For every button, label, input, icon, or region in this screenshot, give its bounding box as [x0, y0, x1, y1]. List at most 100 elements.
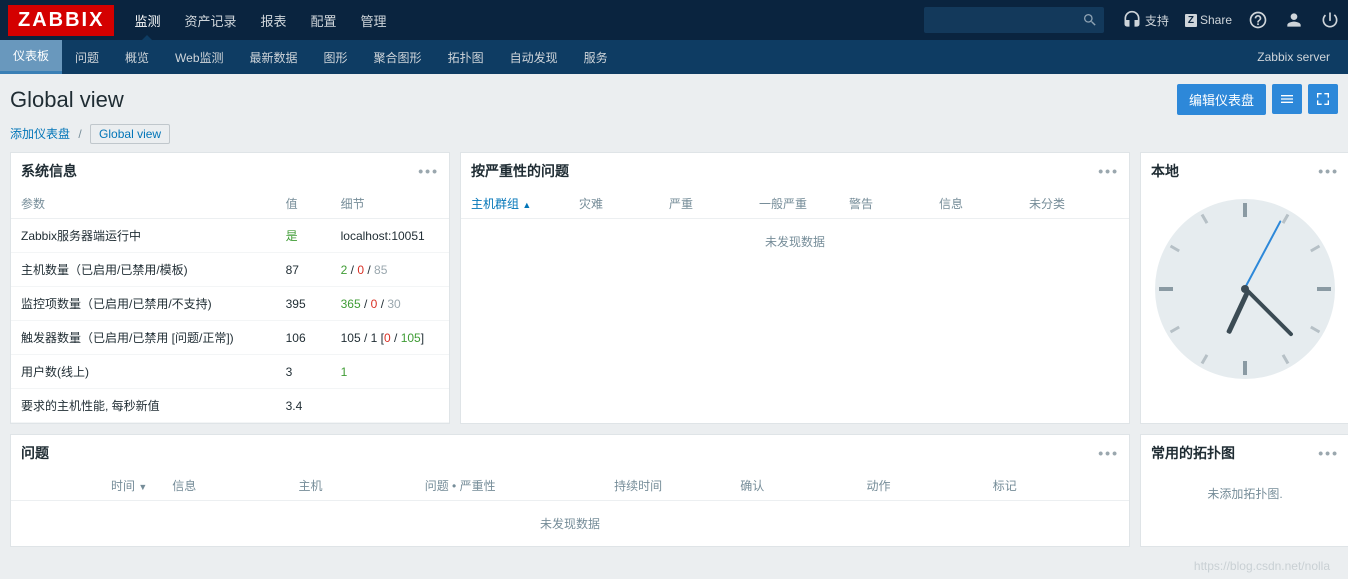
clock-tick — [1282, 214, 1290, 224]
subnav-overview[interactable]: 概览 — [112, 40, 162, 74]
col-host[interactable]: 主机 — [298, 477, 424, 494]
cell-detail: 105 / 1 [0 / 105] — [331, 321, 449, 355]
col-ack[interactable]: 确认 — [740, 477, 866, 494]
clock-tick — [1317, 287, 1331, 291]
widget-head: 问题 ••• — [11, 435, 1129, 471]
table-row: 触发器数量（已启用/已禁用 [问题/正常])106105 / 1 [0 / 10… — [11, 321, 449, 355]
subnav-latest[interactable]: 最新数据 — [237, 40, 311, 74]
cell-value: 3.4 — [276, 389, 331, 423]
col-value[interactable]: 值 — [276, 189, 331, 219]
widget-system-info: 系统信息 ••• 参数 值 细节 Zabbix服务器端运行中是localhost… — [10, 152, 450, 424]
power-icon[interactable] — [1320, 10, 1340, 30]
menu-icon — [1279, 91, 1295, 107]
col-info[interactable]: 信息 — [939, 195, 1029, 212]
top-nav: ZABBIX 监测 资产记录 报表 配置 管理 支持 Z Share — [0, 0, 1348, 40]
cell-param: 监控项数量（已启用/已禁用/不支持) — [11, 287, 276, 321]
search-input[interactable] — [924, 7, 1104, 33]
fullscreen-icon — [1315, 91, 1331, 107]
subnav-dashboard[interactable]: 仪表板 — [0, 40, 62, 74]
breadcrumb-current[interactable]: Global view — [90, 124, 170, 144]
cell-value: 87 — [276, 253, 331, 287]
subnav-server-link[interactable]: Zabbix server — [1239, 50, 1348, 64]
cell-param: 用户数(线上) — [11, 355, 276, 389]
cell-param: 触发器数量（已启用/已禁用 [问题/正常]) — [11, 321, 276, 355]
col-duration[interactable]: 持续时间 — [614, 477, 740, 494]
clock-tick — [1159, 287, 1173, 291]
subnav-problems[interactable]: 问题 — [62, 40, 112, 74]
widget-head: 系统信息 ••• — [11, 153, 449, 189]
subnav-services[interactable]: 服务 — [571, 40, 621, 74]
col-time[interactable]: 时间 ▼ — [21, 477, 172, 494]
fullscreen-button[interactable] — [1308, 84, 1338, 114]
subnav-discovery[interactable]: 自动发现 — [497, 40, 571, 74]
cell-value: 3 — [276, 355, 331, 389]
col-warning[interactable]: 警告 — [849, 195, 939, 212]
topnav-right: 支持 Z Share — [924, 0, 1348, 40]
dashboard-grid: 系统信息 ••• 参数 值 细节 Zabbix服务器端运行中是localhost… — [0, 152, 1348, 557]
headset-icon — [1122, 10, 1142, 30]
widget-title: 本地 — [1151, 161, 1179, 181]
help-icon[interactable] — [1248, 10, 1268, 30]
problems-columns: 时间 ▼ 信息 主机 问题 • 严重性 持续时间 确认 动作 标记 — [11, 471, 1129, 501]
user-icon[interactable] — [1284, 10, 1304, 30]
widget-menu-icon[interactable]: ••• — [418, 163, 439, 179]
severity-columns: 主机群组 ▲ 灾难 严重 一般严重 警告 信息 未分类 — [461, 189, 1129, 219]
widget-maps: 常用的拓扑图 ••• 未添加拓扑图. — [1140, 434, 1348, 547]
col-detail[interactable]: 细节 — [331, 189, 449, 219]
subnav-web[interactable]: Web监测 — [162, 40, 236, 74]
search-icon[interactable] — [1082, 12, 1098, 28]
topnav-reports[interactable]: 报表 — [248, 0, 298, 40]
breadcrumb-sep: / — [78, 127, 81, 141]
subnav-graphs[interactable]: 图形 — [311, 40, 361, 74]
header-actions: 编辑仪表盘 — [1177, 84, 1338, 115]
share-badge: Z — [1185, 14, 1197, 27]
col-param[interactable]: 参数 — [11, 189, 276, 219]
table-row: 监控项数量（已启用/已禁用/不支持)395365 / 0 / 30 — [11, 287, 449, 321]
cell-param: 要求的主机性能, 每秒新值 — [11, 389, 276, 423]
widget-menu-icon[interactable]: ••• — [1098, 445, 1119, 461]
col-hostgroup[interactable]: 主机群组 ▲ — [471, 195, 579, 212]
edit-dashboard-button[interactable]: 编辑仪表盘 — [1177, 84, 1266, 115]
widget-title: 常用的拓扑图 — [1151, 443, 1235, 463]
clock-tick — [1170, 326, 1180, 334]
widget-clock: 本地 ••• — [1140, 152, 1348, 424]
widget-body: 参数 值 细节 Zabbix服务器端运行中是localhost:10051主机数… — [11, 189, 449, 423]
clock-face-wrap — [1141, 189, 1348, 389]
logo[interactable]: ZABBIX — [8, 5, 114, 36]
sort-desc-icon: ▼ — [138, 482, 147, 492]
sort-asc-icon: ▲ — [522, 200, 531, 210]
topnav-inventory[interactable]: 资产记录 — [172, 0, 248, 40]
col-actions[interactable]: 动作 — [867, 477, 993, 494]
col-tags[interactable]: 标记 — [993, 477, 1119, 494]
col-problem-severity[interactable]: 问题 • 严重性 — [425, 477, 614, 494]
clock-tick — [1201, 354, 1209, 364]
page-title: Global view — [10, 87, 124, 113]
table-row: 主机数量（已启用/已禁用/模板)872 / 0 / 85 — [11, 253, 449, 287]
clock-tick — [1201, 214, 1209, 224]
topnav-config[interactable]: 配置 — [299, 0, 349, 40]
cell-detail: localhost:10051 — [331, 219, 449, 253]
col-average[interactable]: 一般严重 — [759, 195, 849, 212]
severity-empty: 未发现数据 — [461, 219, 1129, 264]
table-row: 用户数(线上)31 — [11, 355, 449, 389]
widget-head: 本地 ••• — [1141, 153, 1348, 189]
col-high[interactable]: 严重 — [669, 195, 759, 212]
widget-menu-icon[interactable]: ••• — [1318, 163, 1339, 179]
subnav-screens[interactable]: 聚合图形 — [361, 40, 435, 74]
clock-minute-hand — [1245, 288, 1294, 337]
cell-param: 主机数量（已启用/已禁用/模板) — [11, 253, 276, 287]
breadcrumb-root[interactable]: 添加仪表盘 — [10, 127, 70, 141]
maps-empty: 未添加拓扑图. — [1141, 471, 1348, 516]
widget-menu-icon[interactable]: ••• — [1318, 445, 1339, 461]
dashboard-menu-button[interactable] — [1272, 84, 1302, 114]
widget-title: 系统信息 — [21, 161, 77, 181]
topnav-monitoring[interactable]: 监测 — [122, 0, 172, 40]
topnav-admin[interactable]: 管理 — [349, 0, 399, 40]
col-info[interactable]: 信息 — [172, 477, 298, 494]
support-link[interactable]: 支持 — [1122, 10, 1169, 30]
widget-menu-icon[interactable]: ••• — [1098, 163, 1119, 179]
share-link[interactable]: Z Share — [1185, 13, 1232, 27]
subnav-maps[interactable]: 拓扑图 — [435, 40, 497, 74]
col-disaster[interactable]: 灾难 — [579, 195, 669, 212]
col-notclassified[interactable]: 未分类 — [1029, 195, 1119, 212]
